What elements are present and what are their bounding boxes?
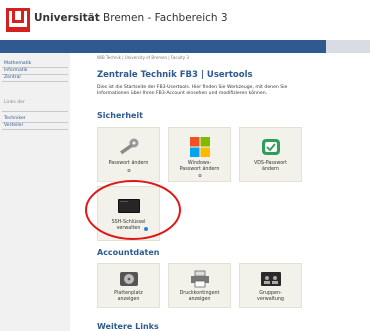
sidebar-item-verteiler[interactable]: Verteiler [4,123,23,128]
sidebar: Mathematik Informatik Zentral Links der … [0,53,70,331]
sidebar-item-zentral[interactable]: Zentral [4,75,21,80]
key-icon [119,138,138,155]
sidebar-item-mathematik[interactable]: Mathematik [4,61,31,66]
tile-windows-password-label-1: Windows- [187,161,212,166]
tile-disk-space[interactable]: Plattenplatz anzeigen [97,263,160,308]
top-nav-bar [0,40,370,53]
hard-disk-icon [119,272,138,286]
vds-shield-icon [261,139,280,155]
tile-print-quota[interactable]: Druckkontingent anzeigen [168,263,231,308]
tile-disk-space-label-2: anzeigen [117,297,140,302]
site-title: Universität Bremen - Fachbereich 3 [34,12,228,24]
printer-icon [190,270,209,288]
tile-group-management-label-1: Gruppen- [259,291,282,296]
tile-password-change-label: Passwort ändern [108,161,149,166]
tile-group-management[interactable]: Gruppen- verwaltung [239,263,302,308]
tile-vds-password-label-1: VDS-Passwort [253,161,288,166]
tile-print-quota-label-2: anzeigen [188,297,211,302]
tile-windows-password[interactable]: Windows- Passwort ändern [168,127,231,182]
tile-group-management-label-2: verwaltung [257,297,284,302]
tile-password-change[interactable]: Passwort ändern [97,127,160,182]
section-title-account: Accountdaten [97,248,160,257]
tile-ssh-keys-label-1: SSH-Schlüssel [111,220,146,225]
sidebar-divider [2,81,68,82]
terminal-icon [117,199,140,213]
sidebar-item-techniker[interactable]: Techniker [4,116,26,121]
site-title-bold: Universität [34,12,100,24]
sidebar-item-informatik[interactable]: Informatik [4,68,28,73]
breadcrumb[interactable]: WiB Technik | University of Bremen | Fac… [97,55,189,60]
tile-ssh-keys[interactable]: SSH-Schlüssel verwalten [97,186,160,241]
group-icon [260,272,281,286]
top-nav-bar-right [326,40,370,53]
sidebar-divider [2,111,68,112]
sidebar-divider [2,129,68,130]
tile-ssh-keys-label-2: verwalten [116,226,141,231]
tile-disk-space-label-1: Plattenplatz [114,291,143,296]
tile-windows-password-label-2: Passwort ändern [179,167,220,172]
info-icon[interactable] [144,227,148,231]
page-title: Zentrale Technik FB3 | Usertools [97,70,253,80]
section-title-security: Sicherheit [97,111,143,120]
tile-print-quota-label-1: Druckkontingent [179,291,220,296]
section-title-links: Weitere Links [97,322,159,331]
intro-text: Dies ist die Startseite der FB3-Usertool… [97,85,288,96]
site-header: Universität Bremen - Fachbereich 3 [0,0,370,40]
sidebar-item-links[interactable]: Links der [4,100,25,105]
lock-icon [198,174,201,177]
site-title-rest: Bremen - Fachbereich 3 [99,12,228,24]
tile-vds-password[interactable]: VDS-Passwort ändern [239,127,302,182]
university-logo-icon[interactable] [6,8,30,32]
tile-vds-password-label-2: ändern [262,167,279,172]
windows-logo-icon [189,137,210,157]
main-content: WiB Technik | University of Bremen | Fac… [73,53,370,331]
lock-icon [127,169,130,172]
